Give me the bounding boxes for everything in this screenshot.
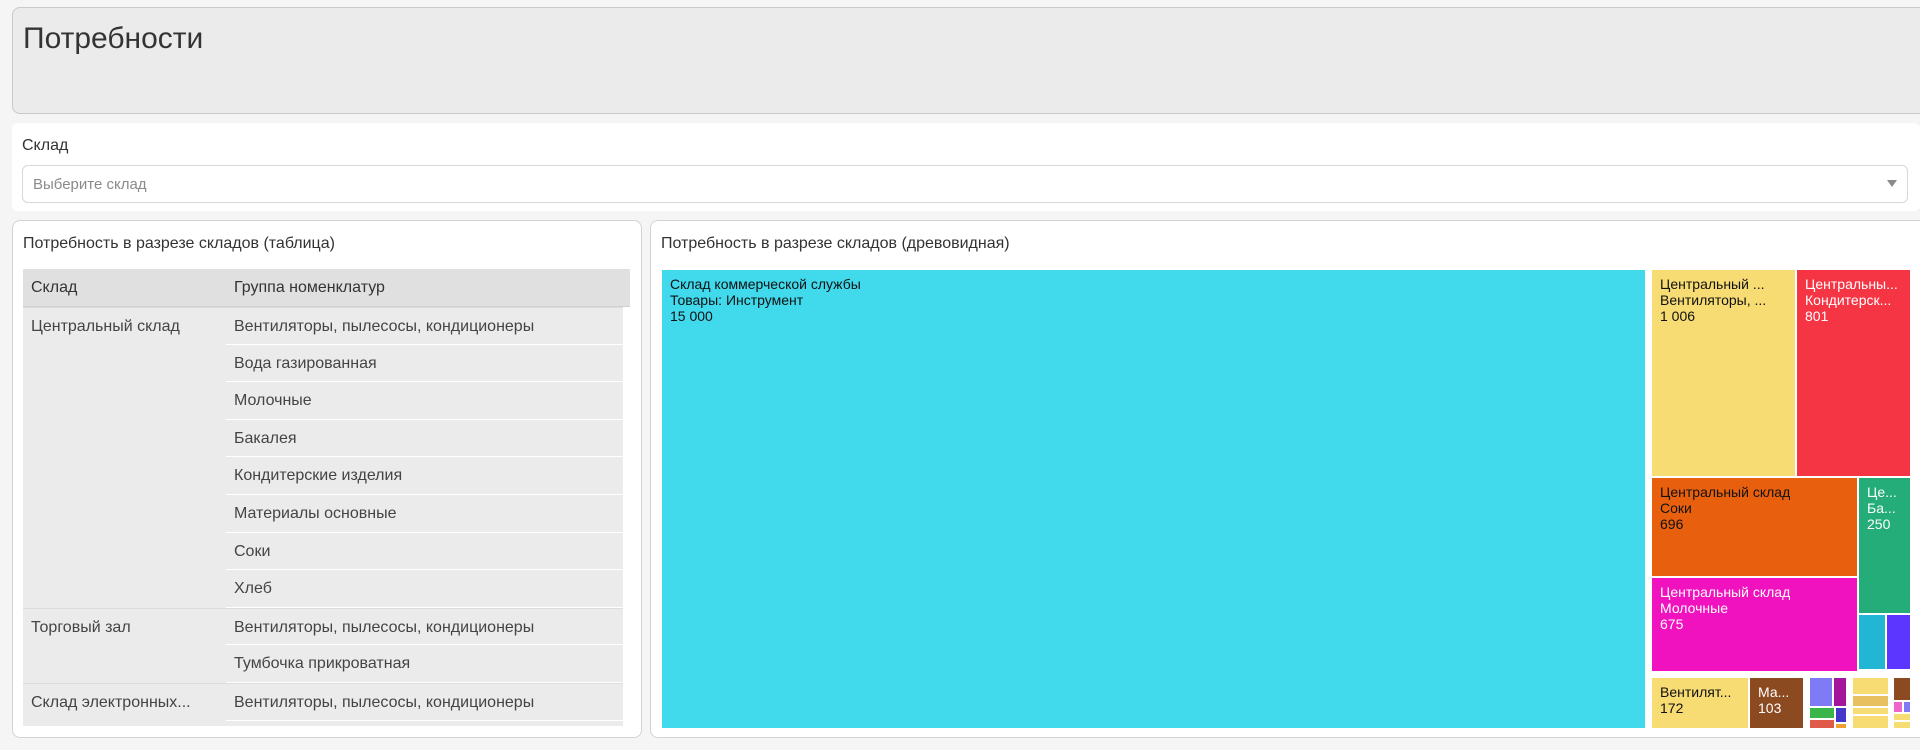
treemap-tile-value: 172	[1660, 700, 1684, 716]
needs-treemap: Склад коммерческой службы Товары: Инструм…	[661, 269, 1911, 729]
treemap-tile[interactable]	[1852, 715, 1889, 729]
table-row[interactable]: Центральный склад Вентиляторы, пылесосы, …	[23, 307, 623, 345]
cell-group: Молочные	[226, 382, 623, 420]
needs-table-card: Потребность в разрезе складов (таблица) …	[12, 220, 642, 738]
cell-group: Вода газированная	[226, 344, 623, 383]
treemap-tile-text: Кондитерск...	[1805, 292, 1892, 308]
cell-group: Соки	[226, 532, 623, 571]
treemap-tile-text: Центральный склад	[1660, 584, 1791, 600]
warehouse-select[interactable]: Выберите склад	[22, 165, 1908, 203]
treemap-tile-text: Центральны...	[1805, 276, 1898, 292]
chevron-down-icon[interactable]	[1887, 180, 1897, 187]
treemap-tile[interactable]	[1893, 721, 1911, 729]
cell-group: Хлеб	[226, 570, 623, 608]
treemap-tile[interactable]	[1833, 677, 1847, 707]
treemap-tile-value: 696	[1660, 516, 1684, 532]
treemap-tile-text: Центральный склад	[1660, 484, 1791, 500]
needs-treemap-title: Потребность в разрезе складов (древовидн…	[661, 235, 1010, 252]
treemap-tile-label: Центральный ... Вентиляторы, ... 1 006	[1660, 276, 1766, 324]
treemap-tile[interactable]: Склад коммерческой службы Товары: Инструм…	[661, 269, 1646, 729]
treemap-tile-value: 103	[1758, 700, 1782, 716]
needs-treemap-card: Потребность в разрезе складов (древовидн…	[650, 220, 1920, 738]
treemap-tile-label: Склад коммерческой службы Товары: Инструм…	[670, 276, 861, 324]
needs-table: Склад Группа номенклатур Центральный скл…	[23, 269, 630, 726]
page-title: Потребности	[23, 22, 204, 55]
treemap-tile-text: Це...	[1867, 484, 1897, 500]
treemap-tile[interactable]	[1835, 707, 1847, 723]
treemap-tile[interactable]	[1852, 677, 1889, 695]
cell-group: Материалы основные	[226, 495, 623, 533]
treemap-tile-label: Центральный склад Молочные 675	[1660, 584, 1790, 632]
table-row[interactable]: Торговый зал Вентиляторы, пылесосы, конди…	[23, 607, 623, 646]
treemap-tile-label: Це... Ба... 250	[1867, 484, 1897, 532]
cell-warehouse: Склад электронных...	[31, 694, 191, 711]
treemap-tile[interactable]: Вентилят... 172	[1651, 677, 1749, 729]
treemap-tile[interactable]	[1858, 614, 1886, 670]
treemap-tile-label: Вентилят... 172	[1660, 684, 1731, 716]
treemap-tile-label: Центральны... Кондитерск... 801	[1805, 276, 1898, 324]
table-row[interactable]: Соки	[23, 532, 623, 571]
treemap-tile-text: Ба...	[1867, 500, 1896, 516]
treemap-tile[interactable]: Це... Ба... 250	[1858, 477, 1911, 614]
table-row[interactable]: Хлеб	[23, 570, 623, 608]
table-row[interactable]: Склад электронных... Вентиляторы, пылесос…	[23, 683, 623, 721]
treemap-tile[interactable]: Ма... 103	[1749, 677, 1804, 729]
treemap-tile-value: 15 000	[670, 308, 713, 324]
treemap-tile[interactable]: Центральный склад Соки 696	[1651, 477, 1858, 577]
treemap-tile[interactable]	[1893, 713, 1911, 721]
table-row[interactable]: Тумбочка прикроватная	[23, 645, 623, 683]
treemap-tile[interactable]: Центральный ... Вентиляторы, ... 1 006	[1651, 269, 1796, 477]
treemap-tile[interactable]: Центральны... Кондитерск... 801	[1796, 269, 1911, 477]
cell-group: Тумбочка прикроватная	[226, 645, 623, 683]
treemap-tile-label: Ма... 103	[1758, 684, 1789, 716]
cell-group: Бакалея	[226, 419, 623, 458]
treemap-tile-value: 1 006	[1660, 308, 1696, 324]
table-row[interactable]: Материалы основные	[23, 495, 623, 533]
treemap-tile-text: Вентиляторы, ...	[1660, 292, 1767, 308]
table-row[interactable]: Бакалея	[23, 419, 623, 458]
column-header-group[interactable]: Группа номенклатур	[234, 279, 385, 297]
page-header: Потребности	[12, 7, 1920, 114]
treemap-tile[interactable]	[1852, 707, 1889, 715]
table-row[interactable]: Молочные	[23, 382, 623, 420]
table-header: Склад Группа номенклатур	[23, 269, 630, 307]
cell-group: Кондитерские изделия	[226, 457, 623, 495]
treemap-tile-value: 801	[1805, 308, 1829, 324]
treemap-tile[interactable]	[1893, 677, 1911, 701]
treemap-tile-text: Центральный ...	[1660, 276, 1765, 292]
treemap-tile[interactable]	[1886, 614, 1911, 670]
table-row[interactable]: Вода газированная	[23, 344, 623, 383]
treemap-tile-label: Центральный склад Соки 696	[1660, 484, 1790, 532]
cell-warehouse: Центральный склад	[31, 318, 180, 335]
treemap-tile[interactable]	[1852, 695, 1889, 707]
treemap-tile-value: 675	[1660, 616, 1684, 632]
table-scrollbar[interactable]	[623, 307, 630, 726]
cell-group: Вентиляторы, пылесосы, кондиционеры	[226, 684, 623, 721]
cell-group: Вентиляторы, пылесосы, кондиционеры	[226, 608, 623, 646]
treemap-tile-text: Ма...	[1758, 684, 1790, 700]
needs-table-title: Потребность в разрезе складов (таблица)	[23, 235, 335, 252]
treemap-tile-text: Склад коммерческой службы	[670, 276, 861, 292]
table-row[interactable]: Кондитерские изделия	[23, 457, 623, 495]
treemap-tile-text: Молочные	[1660, 600, 1728, 616]
warehouse-filter-label: Склад	[22, 137, 69, 154]
cell-group: Вентиляторы, пылесосы, кондиционеры	[226, 308, 623, 345]
treemap-tile[interactable]	[1835, 723, 1847, 729]
treemap-tile-value: 250	[1867, 516, 1891, 532]
treemap-tile-text: Вентилят...	[1660, 684, 1732, 700]
warehouse-filter-panel: Склад Выберите склад	[12, 123, 1920, 211]
warehouse-select-placeholder: Выберите склад	[33, 176, 147, 193]
treemap-tile[interactable]	[1893, 701, 1903, 713]
treemap-tile-text: Соки	[1660, 500, 1692, 516]
treemap-tile[interactable]	[1903, 701, 1911, 713]
treemap-tile-text: Товары: Инструмент	[670, 292, 804, 308]
treemap-tile[interactable]	[1809, 677, 1833, 707]
treemap-tile[interactable]	[1809, 719, 1835, 729]
cell-warehouse: Торговый зал	[31, 618, 131, 636]
column-header-warehouse[interactable]: Склад	[31, 279, 77, 297]
treemap-tile[interactable]: Центральный склад Молочные 675	[1651, 577, 1858, 672]
treemap-tile[interactable]	[1809, 707, 1835, 719]
